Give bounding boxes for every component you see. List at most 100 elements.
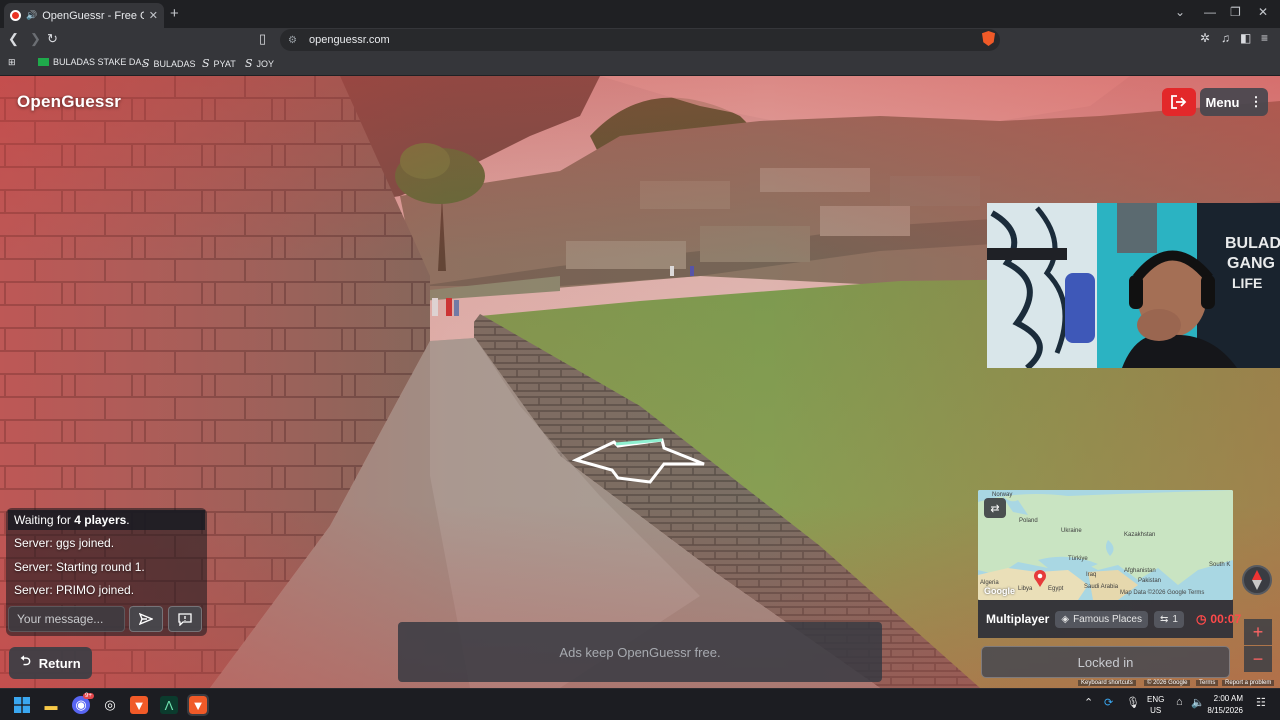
brave-active-window-icon[interactable]: ▼	[187, 694, 209, 716]
terms-link[interactable]: Terms	[1196, 680, 1219, 686]
exit-icon	[1171, 95, 1187, 109]
bookmark-icon[interactable]: ▯	[259, 31, 266, 47]
back-arrow-icon[interactable]: ❮	[8, 31, 19, 47]
map-category-badge[interactable]: ◈ Famous Places	[1055, 610, 1148, 628]
streamer-webcam: BULADA GANG LIFE	[987, 203, 1280, 368]
show-hidden-icons-icon[interactable]: ⌃	[1084, 696, 1093, 709]
map-label: Saudi Arabia	[1084, 584, 1119, 590]
minimize-icon[interactable]: —	[1204, 5, 1216, 19]
report-chat-button[interactable]	[168, 606, 202, 632]
window-close-icon[interactable]: ✕	[1258, 5, 1268, 19]
message-alert-icon	[178, 612, 192, 626]
new-tab-button[interactable]: +	[170, 5, 179, 22]
apps-grid-icon[interactable]: ⊞	[8, 57, 16, 68]
maximize-icon[interactable]: ❐	[1230, 5, 1241, 19]
map-label: Türkiye	[1068, 556, 1088, 562]
map-data-notice[interactable]: Map Data ©2026 Google Terms	[1120, 590, 1204, 596]
browser-tab-openguessr[interactable]: 🔊 OpenGuessr - Free GeoGuessr... ✕	[4, 3, 164, 28]
discord-notification-badge: 9+	[83, 693, 94, 699]
site-info-icon[interactable]: ⚙	[288, 35, 297, 46]
map-size-toggle-button[interactable]: ⇄	[984, 498, 1006, 518]
report-problem-link[interactable]: Report a problem	[1222, 680, 1275, 686]
bookmark-item[interactable]: S BULADAS	[142, 57, 196, 70]
mode-title: Multiplayer	[986, 612, 1050, 626]
chat-message: Server: ggs joined.	[14, 536, 115, 550]
return-button[interactable]: ⮌ Return	[9, 647, 92, 679]
zoom-out-button[interactable]: −	[1244, 646, 1272, 672]
map-label: Poland	[1019, 518, 1038, 524]
forward-arrow-icon[interactable]: ❯	[30, 31, 41, 47]
svg-text:BULADA: BULADA	[1225, 235, 1280, 252]
network-icon[interactable]: ⌂	[1176, 696, 1183, 708]
map-label: Pakistan	[1138, 578, 1162, 584]
input-language-indicator[interactable]: ENG US	[1147, 694, 1164, 716]
stake-icon: S	[245, 57, 253, 70]
file-explorer-icon[interactable]: ▬	[42, 696, 60, 714]
menu-button[interactable]: Menu ⋮	[1200, 88, 1268, 116]
locked-in-button[interactable]: Locked in	[981, 646, 1230, 678]
google-copyright: © 2026 Google	[1144, 680, 1191, 686]
map-label: Ukraine	[1061, 528, 1082, 534]
windows-taskbar: ▬ ◉ 9+ ◎ ▼ Λ ▼ ⌃ ⟳ 🎙 ENG US ⌂ 🔈 2:00 AM …	[0, 688, 1280, 720]
audio-playing-icon[interactable]: 🔊	[26, 10, 37, 21]
tab-title: OpenGuessr - Free GeoGuessr...	[42, 9, 144, 22]
map-label: South K	[1209, 562, 1231, 568]
bookmark-item[interactable]: S PYAT	[202, 57, 236, 70]
openguessr-logo[interactable]: OpenGuessr	[17, 92, 121, 112]
return-arrow-icon: ⮌	[20, 653, 31, 668]
map-label: Afghanistan	[1124, 568, 1156, 574]
swap-arrows-icon: ⇄	[990, 502, 1000, 515]
bookmark-item[interactable]: BULADAS STAKE DA...	[38, 57, 149, 67]
tab-search-icon[interactable]: ⌄	[1175, 5, 1185, 19]
compass-needle	[1252, 570, 1262, 590]
ad-banner: Ads keep OpenGuessr free.	[398, 622, 882, 682]
send-icon	[139, 613, 153, 625]
stopwatch-icon: ◷	[1195, 612, 1207, 626]
chat-message: Server: Starting round 1.	[14, 560, 145, 574]
windows-start-icon[interactable]	[13, 696, 31, 714]
chat-message: Server: PRIMO joined.	[14, 583, 135, 597]
browser-toolbar: ❮ ❯ ↻ ▯ ⚙ openguessr.com ✲ ♫ ◧ ≡	[0, 28, 1280, 52]
ad-text: Ads keep OpenGuessr free.	[559, 644, 721, 660]
compass-icon[interactable]	[1242, 565, 1272, 595]
guess-minimap[interactable]: Norway Poland Ukraine Kazakhstan Türkiye…	[978, 490, 1233, 600]
waiting-status: Waiting for 4 players.	[8, 510, 205, 530]
map-label: Libya	[1018, 586, 1033, 592]
tab-close-icon[interactable]: ✕	[149, 9, 158, 22]
keyboard-shortcuts-link[interactable]: Keyboard shortcuts	[1078, 680, 1136, 686]
extensions-icon[interactable]: ✲	[1200, 31, 1210, 45]
microphone-icon[interactable]: 🎙	[1126, 696, 1140, 709]
map-label: Kazakhstan	[1124, 532, 1156, 538]
flag-icon	[38, 58, 49, 66]
openguessr-favicon-icon	[10, 10, 21, 21]
sidebar-icon[interactable]: ◧	[1240, 31, 1251, 45]
player-count: 4 players	[74, 513, 127, 527]
game-viewport[interactable]: OpenGuessr Menu ⋮ BULADA GANG LIFE	[0, 76, 1280, 688]
bookmarks-bar: ⊞ BULADAS STAKE DA... S BULADAS S PYAT S…	[0, 52, 1280, 76]
map-label: Egypt	[1048, 586, 1064, 592]
notification-center-icon[interactable]: ☷	[1256, 696, 1266, 709]
bookmark-item[interactable]: S JOY	[245, 57, 274, 70]
obs-icon[interactable]: ◎	[101, 696, 119, 714]
send-message-button[interactable]	[129, 606, 163, 632]
zoom-in-button[interactable]: +	[1244, 619, 1272, 645]
taskbar-clock[interactable]: 2:00 AM 8/15/2026	[1207, 693, 1243, 717]
sync-icon[interactable]: ⟳	[1104, 696, 1113, 709]
terminal-app-icon[interactable]: Λ	[160, 696, 178, 714]
google-logo: Google	[984, 586, 1015, 596]
brave-browser-icon[interactable]: ▼	[130, 696, 148, 714]
reload-icon[interactable]: ↻	[47, 31, 58, 47]
navigation-arrow-icon[interactable]	[572, 436, 712, 486]
media-music-icon[interactable]: ♫	[1221, 31, 1230, 45]
volume-icon[interactable]: 🔈	[1191, 696, 1205, 709]
kebab-menu-icon: ⋮	[1249, 94, 1263, 109]
chat-message-input[interactable]	[8, 606, 125, 632]
return-label: Return	[38, 655, 81, 671]
game-mode-bar: Multiplayer ◈ Famous Places ⇆ 1 ◷ 00:07	[978, 600, 1241, 638]
map-label: Iraq	[1086, 572, 1097, 578]
round-badge: ⇆ 1	[1153, 610, 1184, 628]
address-bar[interactable]: ⚙ openguessr.com	[280, 29, 1000, 51]
browser-menu-icon[interactable]: ≡	[1261, 31, 1268, 45]
exit-game-button[interactable]	[1162, 88, 1196, 116]
menu-label: Menu	[1205, 94, 1240, 110]
